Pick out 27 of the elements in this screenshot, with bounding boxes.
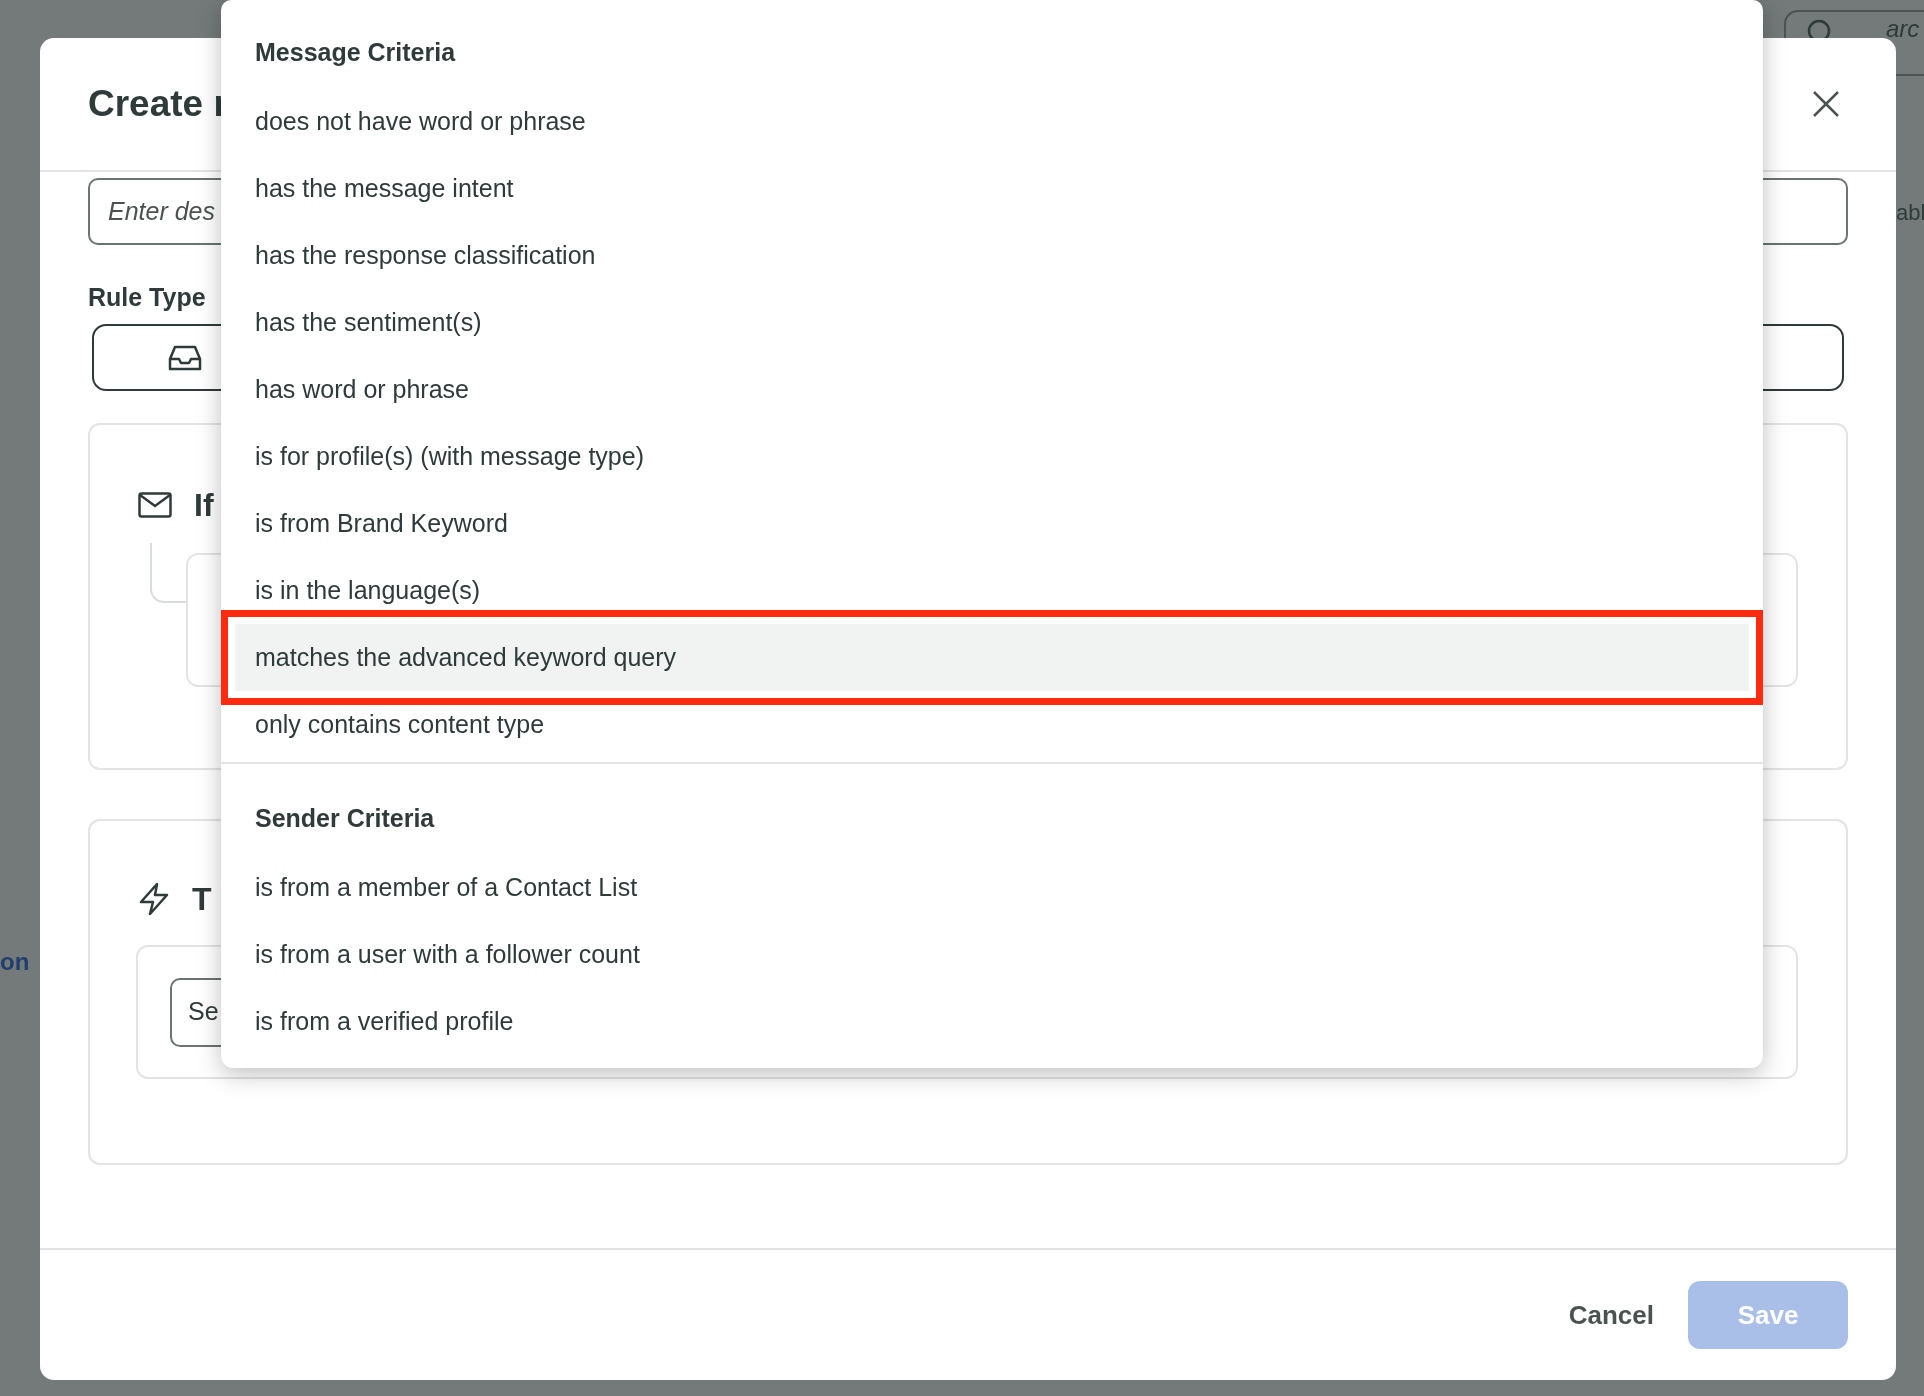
select-text: Se [188,996,219,1028]
criteria-option[interactable]: is from Brand Keyword [235,490,1749,557]
envelope-icon [138,492,172,518]
group-heading: Sender Criteria [255,803,435,835]
description-placeholder: Enter des [108,195,215,227]
cancel-button[interactable]: Cancel [1568,1295,1654,1335]
rule-type-label: Rule Type [88,285,207,310]
criteria-option[interactable]: does not have word or phrase [235,88,1749,155]
search-placeholder: arc [1886,14,1920,44]
criteria-option[interactable]: has word or phrase [235,356,1749,423]
lightning-icon [138,882,170,916]
inbox-icon [168,344,202,371]
group-heading: Message Criteria [255,37,456,69]
criteria-option[interactable]: has the sentiment(s) [235,289,1749,356]
background-text: abl [1896,199,1924,227]
criteria-option[interactable]: is from a user with a follower count [235,921,1749,988]
if-label: If [194,486,214,525]
then-label: T [192,880,212,919]
close-icon[interactable] [1812,90,1840,118]
criteria-option[interactable]: only contains content type [235,691,1749,758]
criteria-option[interactable]: is for profile(s) (with message type) [235,423,1749,490]
criteria-option[interactable]: matches the advanced keyword query [235,624,1749,691]
criteria-option[interactable]: has the response classification [235,222,1749,289]
criteria-option[interactable]: has the message intent [235,155,1749,222]
criteria-option[interactable]: is from a verified profile [235,988,1749,1055]
criteria-option[interactable]: is from a member of a Contact List [235,854,1749,921]
criteria-option[interactable]: is in the language(s) [235,557,1749,624]
